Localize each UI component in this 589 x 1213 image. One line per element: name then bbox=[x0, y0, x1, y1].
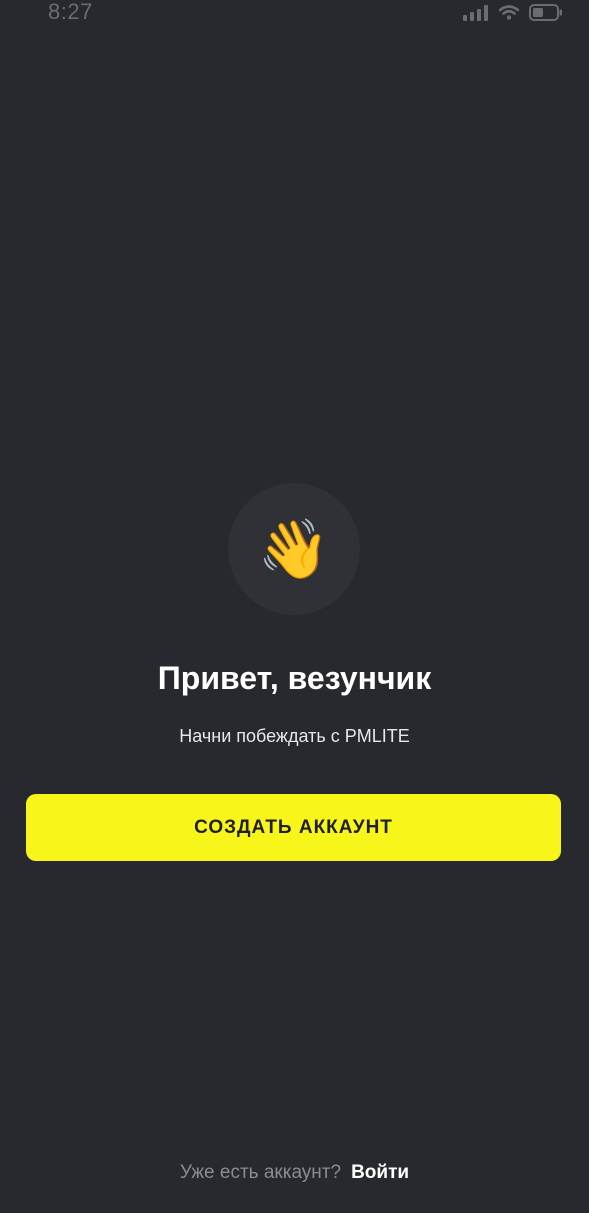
waving-hand-badge: 👋 bbox=[228, 483, 360, 615]
page-subtitle: Начни побеждать с PMLITE bbox=[179, 726, 410, 746]
page-title: Привет, везунчик bbox=[157, 660, 432, 696]
battery-icon bbox=[529, 4, 562, 21]
status-icons bbox=[463, 4, 563, 21]
signal-icon bbox=[463, 4, 488, 21]
create-account-button[interactable]: СОЗДАТЬ АККАУНТ bbox=[26, 794, 561, 861]
login-link[interactable]: Войти bbox=[351, 1162, 409, 1183]
waving-hand-icon: 👋 bbox=[257, 515, 331, 583]
status-time: 8:27 bbox=[48, 0, 93, 24]
status-bar: 8:27 bbox=[0, 0, 589, 28]
login-prompt-text: Уже есть аккаунт? bbox=[179, 1162, 342, 1183]
wifi-icon bbox=[499, 5, 519, 20]
login-prompt: Уже есть аккаунт? Войти bbox=[0, 1162, 589, 1184]
welcome-screen: 8:27 👋 Привет, везунчик Начни побеждать … bbox=[0, 0, 589, 1213]
